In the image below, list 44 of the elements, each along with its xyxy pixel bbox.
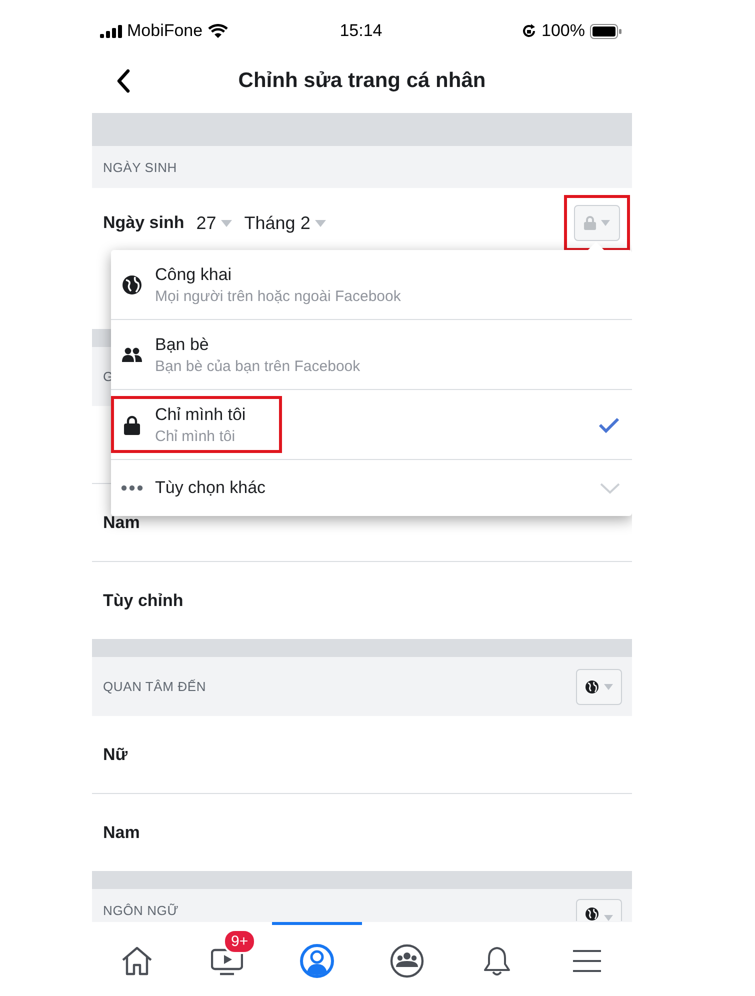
- lock-icon: [124, 414, 140, 434]
- groups-icon: [390, 944, 424, 978]
- month-dropdown[interactable]: Tháng 2: [244, 212, 326, 234]
- menu-icon: [572, 948, 602, 972]
- back-icon[interactable]: [116, 69, 130, 93]
- option-description: Mọi người trên hoặc ngoài Facebook: [155, 288, 401, 304]
- more-icon: [121, 485, 143, 491]
- wifi-icon: [208, 24, 228, 38]
- lock-icon: [584, 216, 596, 230]
- option-title: Chỉ mình tôi: [155, 404, 246, 424]
- battery-icon: [590, 24, 622, 38]
- globe-icon: [585, 680, 599, 694]
- privacy-button[interactable]: [576, 899, 622, 921]
- privacy-option[interactable]: Công khai Mọi người trên hoặc ngoài Facebook: [111, 250, 632, 320]
- day-dropdown[interactable]: 27: [196, 212, 232, 234]
- privacy-button[interactable]: [576, 668, 622, 704]
- home-icon: [121, 946, 153, 976]
- clock-time: 15:14: [340, 21, 382, 41]
- friends-icon: [122, 347, 142, 362]
- bell-icon: [482, 944, 512, 976]
- page-title: Chỉnh sửa trang cá nhân: [238, 68, 486, 92]
- privacy-option[interactable]: Chỉ mình tôi Chỉ mình tôi: [111, 390, 632, 460]
- tab-button[interactable]: 9+: [182, 922, 272, 996]
- option-title: Công khai: [155, 264, 233, 284]
- caret-icon: [601, 220, 610, 226]
- rotation-lock-icon: [520, 23, 536, 39]
- section-title: QUAN TÂM ĐẾN: [103, 679, 206, 694]
- signal-icon: [100, 24, 122, 38]
- birthday-label: Ngày sinh: [103, 213, 184, 233]
- chevron-down-icon: [600, 482, 620, 494]
- section-title: NGÔN NGỮ: [103, 903, 179, 918]
- battery-percent: 100%: [542, 21, 585, 41]
- option-description: Bạn bè của bạn trên Facebook: [155, 358, 360, 374]
- caret-icon: [315, 220, 326, 226]
- carrier-name: MobiFone: [127, 21, 203, 41]
- caret-icon: [221, 220, 232, 226]
- notification-badge: 9+: [223, 929, 256, 954]
- option-title: Bạn bè: [155, 334, 210, 354]
- privacy-option[interactable]: Bạn bè Bạn bè của bạn trên Facebook: [111, 320, 632, 390]
- caret-icon: [604, 684, 613, 690]
- globe-icon: [122, 274, 142, 294]
- option-description: Chỉ mình tôi: [155, 428, 236, 444]
- section-title: NGÀY SINH: [103, 160, 177, 174]
- profile-icon: [300, 944, 334, 978]
